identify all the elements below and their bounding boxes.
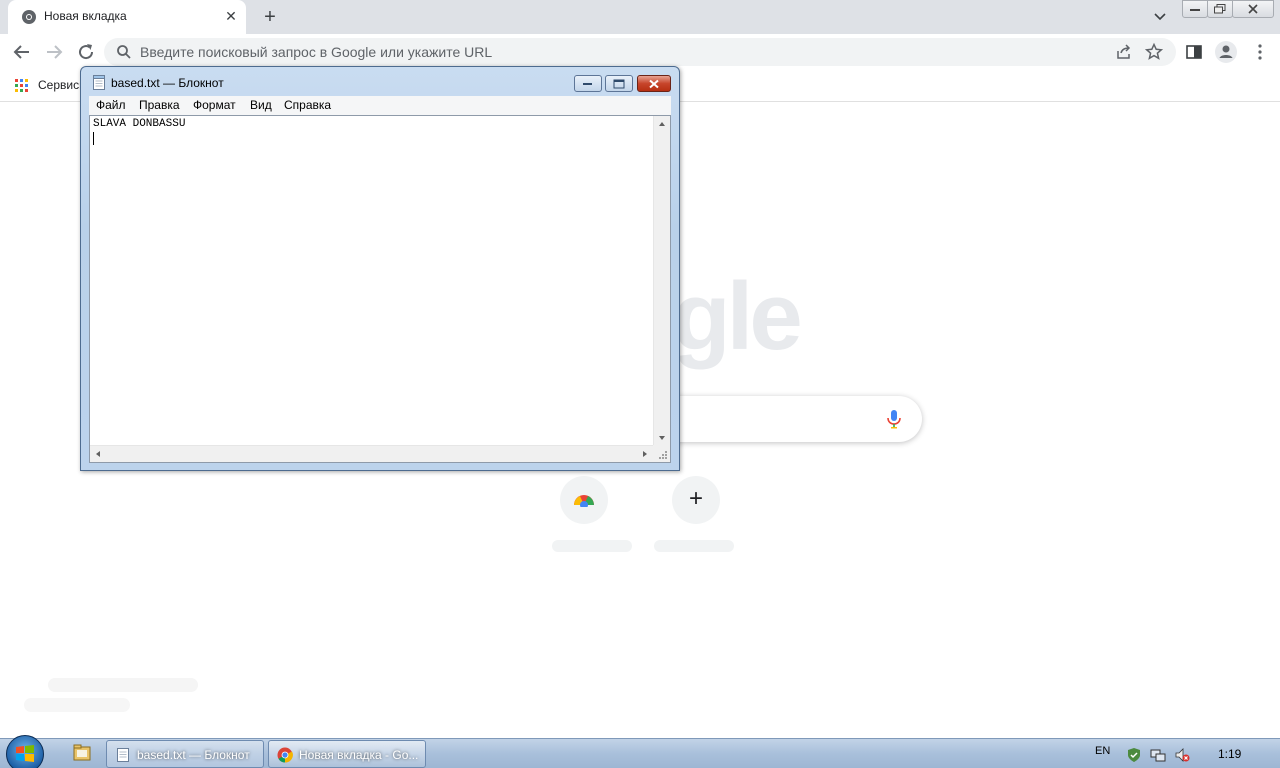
tab-title: Новая вкладка xyxy=(44,9,127,23)
close-button[interactable] xyxy=(1232,0,1274,18)
menu-view[interactable]: Вид xyxy=(250,98,272,112)
profile-avatar-icon[interactable] xyxy=(1214,40,1238,64)
notepad-titlebar[interactable]: based.txt — Блокнот xyxy=(81,67,679,97)
notepad-icon xyxy=(117,748,129,762)
shortcut-label-blur xyxy=(552,540,632,552)
address-input[interactable] xyxy=(140,38,1040,66)
menu-help[interactable]: Справка xyxy=(284,98,331,112)
apps-grid-icon[interactable] xyxy=(15,79,29,93)
volume-muted-icon[interactable] xyxy=(1174,747,1190,763)
taskbar-item-label: Новая вкладка - Go... xyxy=(299,748,419,762)
notepad-content: SLAVA DONBASSU xyxy=(93,118,186,130)
minimize-button[interactable] xyxy=(1182,0,1208,18)
omnibox[interactable] xyxy=(104,38,1176,66)
restore-button[interactable] xyxy=(1207,0,1233,18)
language-indicator[interactable]: EN xyxy=(1095,745,1110,757)
notepad-maximize-button[interactable] xyxy=(605,75,633,92)
tab-close-icon[interactable]: ✕ xyxy=(222,7,240,25)
tab-strip: Новая вкладка ✕ + xyxy=(0,0,1280,34)
taskbar-item-label: based.txt — Блокнот xyxy=(137,748,250,762)
microphone-icon[interactable] xyxy=(886,409,902,429)
google-logo: gle xyxy=(672,263,803,370)
notepad-window[interactable]: based.txt — Блокнот Файл Правка Формат В… xyxy=(80,66,680,471)
vertical-scrollbar[interactable] xyxy=(653,116,670,446)
chrome-icon xyxy=(22,10,36,24)
search-icon xyxy=(117,45,131,59)
taskbar: based.txt — Блокнот Новая вкладка - Go..… xyxy=(0,735,1280,768)
shortcut-label-blur xyxy=(654,540,734,552)
system-clock[interactable]: 1:19 xyxy=(1218,747,1241,761)
minimize-icon xyxy=(1190,9,1200,11)
scroll-up-icon[interactable] xyxy=(659,122,665,126)
add-shortcut-icon: + xyxy=(688,485,703,512)
notepad-text-area[interactable]: SLAVA DONBASSU xyxy=(89,115,671,463)
add-shortcut-button[interactable]: + xyxy=(672,476,720,524)
new-tab-button[interactable]: + xyxy=(257,4,283,30)
notepad-title: based.txt — Блокнот xyxy=(111,76,224,90)
back-arrow-icon[interactable] xyxy=(10,40,34,64)
scroll-right-icon[interactable] xyxy=(643,451,647,457)
text-caret xyxy=(93,132,94,145)
maximize-icon xyxy=(613,79,625,88)
side-panel-icon[interactable] xyxy=(1184,42,1204,62)
horizontal-scrollbar[interactable] xyxy=(90,445,653,462)
close-icon xyxy=(649,79,659,88)
forward-arrow-icon[interactable] xyxy=(42,40,66,64)
resize-grip[interactable] xyxy=(653,445,670,462)
notepad-close-button[interactable] xyxy=(637,75,671,92)
notepad-icon xyxy=(93,75,105,90)
customize-blur xyxy=(48,678,198,692)
share-icon[interactable] xyxy=(1114,42,1134,62)
resize-grip-icon xyxy=(659,451,667,459)
menu-kebab-icon[interactable] xyxy=(1250,42,1270,62)
taskbar-item-chrome[interactable]: Новая вкладка - Go... xyxy=(268,740,426,768)
star-icon[interactable] xyxy=(1144,42,1164,62)
file-explorer-icon[interactable] xyxy=(68,741,96,767)
close-icon xyxy=(1248,4,1258,14)
shortcut-tile[interactable] xyxy=(560,476,608,524)
chrome-web-store-icon xyxy=(574,495,594,507)
start-button[interactable] xyxy=(6,735,44,768)
restore-icon xyxy=(1214,4,1226,14)
menu-edit[interactable]: Правка xyxy=(139,98,180,112)
browser-toolbar xyxy=(0,34,1280,70)
notepad-menubar: Файл Правка Формат Вид Справка xyxy=(89,96,671,115)
chevron-down-icon[interactable] xyxy=(1150,8,1170,26)
menu-format[interactable]: Формат xyxy=(193,98,236,112)
minimize-icon xyxy=(583,82,592,85)
network-icon[interactable] xyxy=(1150,747,1166,763)
notepad-minimize-button[interactable] xyxy=(574,75,602,92)
reload-icon[interactable] xyxy=(74,40,98,64)
menu-file[interactable]: Файл xyxy=(96,98,126,112)
windows-logo-icon xyxy=(16,745,34,762)
chrome-icon xyxy=(277,747,293,763)
tab-new-tab[interactable]: Новая вкладка ✕ xyxy=(8,0,246,34)
security-shield-icon[interactable] xyxy=(1126,747,1142,763)
taskbar-item-notepad[interactable]: based.txt — Блокнот xyxy=(106,740,264,768)
window-controls xyxy=(1182,0,1274,18)
customize-blur xyxy=(24,698,130,712)
scroll-down-icon[interactable] xyxy=(659,436,665,440)
scroll-left-icon[interactable] xyxy=(96,451,100,457)
